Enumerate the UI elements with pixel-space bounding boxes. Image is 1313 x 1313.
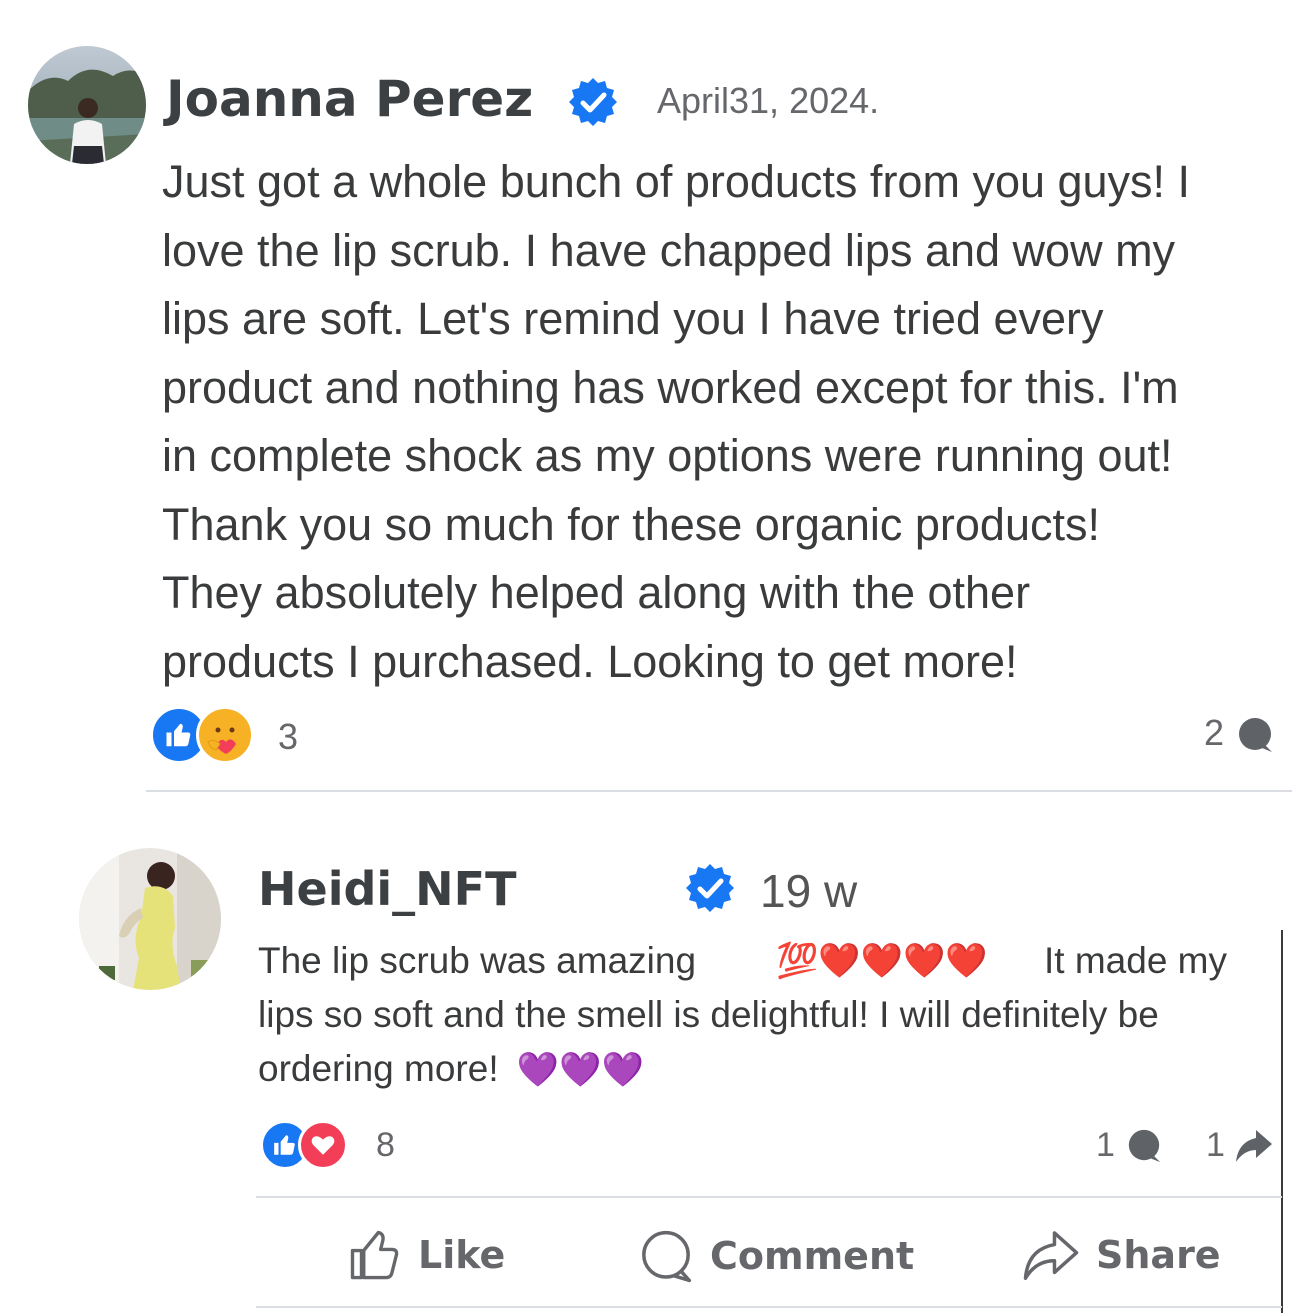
- post-line: love the lip scrub. I have chapped lips …: [162, 224, 1176, 276]
- comment-icon: [642, 1230, 692, 1283]
- like-button[interactable]: Like: [348, 1228, 505, 1282]
- comment-bubble-icon: [1128, 1129, 1161, 1163]
- post-line: in complete shock as my options were run…: [162, 430, 1173, 481]
- commenter-name[interactable]: Heidi_NFT: [258, 862, 516, 916]
- comment-line: ordering more! 💜💜💜: [258, 1042, 1258, 1097]
- comment-body: The lip scrub was amazing 💯❤️❤️❤️❤️ It m…: [258, 934, 1258, 1097]
- author-avatar[interactable]: [28, 46, 146, 164]
- share-button[interactable]: Share: [1022, 1228, 1221, 1282]
- comment-label: Comment: [710, 1234, 915, 1278]
- post-line: Just got a whole bunch of products from …: [162, 156, 1191, 207]
- comment-counts: 1 1: [1096, 1124, 1286, 1174]
- share-label: Share: [1096, 1233, 1221, 1277]
- post-date[interactable]: April31, 2024.: [657, 80, 879, 122]
- comment-border: [1281, 930, 1283, 1313]
- post-line: Thank you so much for these organic prod…: [162, 498, 1100, 550]
- reaction-count[interactable]: 8: [376, 1126, 395, 1165]
- comment-bubble-icon: [1239, 718, 1272, 752]
- post-line: lips are soft. Let's remind you I have t…: [162, 293, 1104, 344]
- purple-hearts-emoji: 💜💜💜: [516, 1050, 644, 1090]
- thumbs-up-icon: [350, 1230, 399, 1280]
- comment-text: ordering more!: [258, 1048, 499, 1089]
- like-label: Like: [418, 1233, 506, 1277]
- post-line: products I purchased. Looking to get mor…: [162, 635, 1018, 687]
- share-count[interactable]: 1: [1206, 1126, 1225, 1165]
- care-icon: [196, 706, 254, 764]
- comment-line: The lip scrub was amazing 💯❤️❤️❤️❤️ It m…: [258, 934, 1258, 988]
- hundred-hearts-emoji: 💯❤️❤️❤️❤️: [776, 941, 988, 981]
- commenter-avatar[interactable]: [79, 848, 221, 990]
- post-body: Just got a whole bunch of products from …: [162, 148, 1190, 696]
- post-line: product and nothing has worked except fo…: [162, 361, 1179, 413]
- comment-line: lips so soft and the smell is delightful…: [258, 994, 1159, 1035]
- comment-count[interactable]: 1: [1096, 1126, 1115, 1165]
- share-arrow-icon: [1236, 1130, 1272, 1162]
- comment-count: 2: [1204, 712, 1225, 753]
- comment-button[interactable]: Comment: [638, 1228, 914, 1284]
- reaction-count[interactable]: 3: [278, 716, 298, 758]
- comment-text: The lip scrub was amazing: [258, 940, 697, 981]
- comment-reactions[interactable]: 8: [260, 1120, 420, 1174]
- post-line: They absolutely helped along with the ot…: [162, 567, 1031, 618]
- actions-divider: [256, 1306, 1282, 1308]
- post-comment-count[interactable]: 2: [1204, 712, 1294, 762]
- post-reactions[interactable]: 3: [150, 706, 310, 766]
- comment-divider: [256, 1196, 1282, 1198]
- author-name[interactable]: Joanna Perez: [166, 70, 533, 128]
- love-icon: [298, 1120, 348, 1170]
- verified-badge-icon: [567, 76, 619, 128]
- share-icon: [1023, 1231, 1079, 1280]
- verified-badge-icon: [684, 862, 736, 914]
- post-divider: [146, 790, 1292, 792]
- comment-time[interactable]: 19 w: [760, 864, 857, 918]
- comment-text: It made my: [1044, 940, 1227, 981]
